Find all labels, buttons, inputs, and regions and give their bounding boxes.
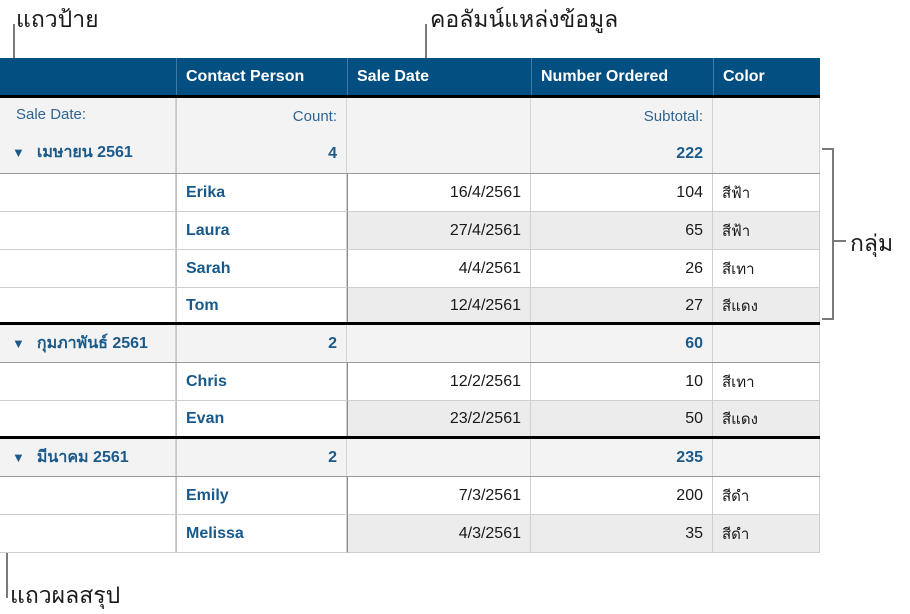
table-row[interactable]: Evan 23/2/2561 50 สีแดง [0, 401, 820, 438]
cell-sale-date[interactable]: 4/4/2561 [347, 250, 531, 288]
table-row[interactable]: Sarah 4/4/2561 26 สีเทา [0, 250, 820, 288]
header-cell-number-ordered[interactable]: Number Ordered [531, 58, 713, 95]
group-subtotal: 235 [676, 448, 703, 466]
callout-source-column: คอลัมน์แหล่งข้อมูล [430, 7, 619, 33]
cell-contact-person[interactable]: Melissa [176, 515, 347, 553]
cell-contact-person[interactable]: Erika [176, 174, 347, 212]
group-subtotal: 60 [685, 334, 703, 352]
cell-sale-date[interactable]: 12/2/2561 [347, 363, 531, 401]
callout-bracket [822, 148, 834, 150]
table-row[interactable]: Erika 16/4/2561 104 สีฟ้า [0, 174, 820, 212]
cell-number-ordered[interactable]: 65 [531, 212, 713, 250]
header-cell-category[interactable] [0, 58, 176, 95]
callout-bracket [832, 148, 834, 320]
table-row[interactable]: Tom 12/4/2561 27 สีแดง [0, 288, 820, 325]
cell-color[interactable]: สีเทา [713, 363, 820, 401]
group-count: 2 [328, 334, 337, 352]
group-count: 4 [328, 145, 337, 162]
cell-sale-date[interactable]: 27/4/2561 [347, 212, 531, 250]
cell-color[interactable]: สีดำ [713, 515, 820, 553]
header-cell-sale-date[interactable]: Sale Date [347, 58, 531, 95]
cell-sale-date[interactable]: 23/2/2561 [347, 401, 531, 438]
table-row[interactable]: Laura 27/4/2561 65 สีฟ้า [0, 212, 820, 250]
cell-color[interactable]: สีเทา [713, 250, 820, 288]
cell-sale-date[interactable]: 16/4/2561 [347, 174, 531, 212]
group-title[interactable]: ▼ มีนาคม 2561 [12, 445, 129, 470]
label-subtotal: Subtotal: [643, 108, 703, 125]
header-cell-color[interactable]: Color [713, 58, 820, 95]
callout-line [834, 240, 846, 242]
callout-group: กลุ่ม [850, 231, 894, 257]
summary-row-group-3[interactable]: ▼ มีนาคม 2561 2 235 [0, 439, 820, 476]
cell-color[interactable]: สีฟ้า [713, 212, 820, 250]
header-row: Contact Person Sale Date Number Ordered … [0, 58, 820, 95]
table-row[interactable]: Emily 7/3/2561 200 สีดำ [0, 477, 820, 515]
cell-color[interactable]: สีดำ [713, 477, 820, 515]
cell-contact-person[interactable]: Emily [176, 477, 347, 515]
cell-number-ordered[interactable]: 10 [531, 363, 713, 401]
cell-contact-person[interactable]: Chris [176, 363, 347, 401]
disclosure-triangle-icon[interactable]: ▼ [12, 145, 25, 160]
label-sale-date: Sale Date: [16, 106, 87, 124]
cell-number-ordered[interactable]: 104 [531, 174, 713, 212]
group-subtotal: 222 [676, 145, 703, 162]
disclosure-triangle-icon[interactable]: ▼ [12, 336, 25, 351]
cell-contact-person[interactable]: Laura [176, 212, 347, 250]
table-row[interactable]: Melissa 4/3/2561 35 สีดำ [0, 515, 820, 553]
cell-sale-date[interactable]: 7/3/2561 [347, 477, 531, 515]
cell-contact-person[interactable]: Tom [176, 288, 347, 325]
cell-contact-person[interactable]: Sarah [176, 250, 347, 288]
cell-color[interactable]: สีแดง [713, 288, 820, 325]
cell-sale-date[interactable]: 12/4/2561 [347, 288, 531, 325]
summary-row-group-2[interactable]: ▼ กุมภาพันธ์ 2561 2 60 [0, 325, 820, 362]
header-cell-contact-person[interactable]: Contact Person [176, 58, 347, 95]
cell-number-ordered[interactable]: 200 [531, 477, 713, 515]
group-title[interactable]: ▼ กุมภาพันธ์ 2561 [12, 331, 148, 356]
cell-sale-date[interactable]: 4/3/2561 [347, 515, 531, 553]
summary-row-group-1[interactable]: Sale Date: ▼ เมษายน 2561 Count: 4 Subtota… [0, 98, 820, 173]
cell-contact-person[interactable]: Evan [176, 401, 347, 438]
cell-color[interactable]: สีแดง [713, 401, 820, 438]
group-count: 2 [328, 448, 337, 466]
callout-line [425, 24, 427, 59]
cell-number-ordered[interactable]: 35 [531, 515, 713, 553]
cell-number-ordered[interactable]: 50 [531, 401, 713, 438]
cell-number-ordered[interactable]: 26 [531, 250, 713, 288]
callout-header-row: แถวป้าย [16, 7, 99, 33]
callout-bracket [822, 318, 834, 320]
table-row[interactable]: Chris 12/2/2561 10 สีเทา [0, 363, 820, 401]
label-count: Count: [292, 108, 337, 125]
disclosure-triangle-icon[interactable]: ▼ [12, 450, 25, 465]
cell-number-ordered[interactable]: 27 [531, 288, 713, 325]
callout-summary-row: แถวผลสรุป [10, 583, 121, 609]
cell-color[interactable]: สีฟ้า [713, 174, 820, 212]
group-title[interactable]: ▼ เมษายน 2561 [12, 140, 133, 165]
